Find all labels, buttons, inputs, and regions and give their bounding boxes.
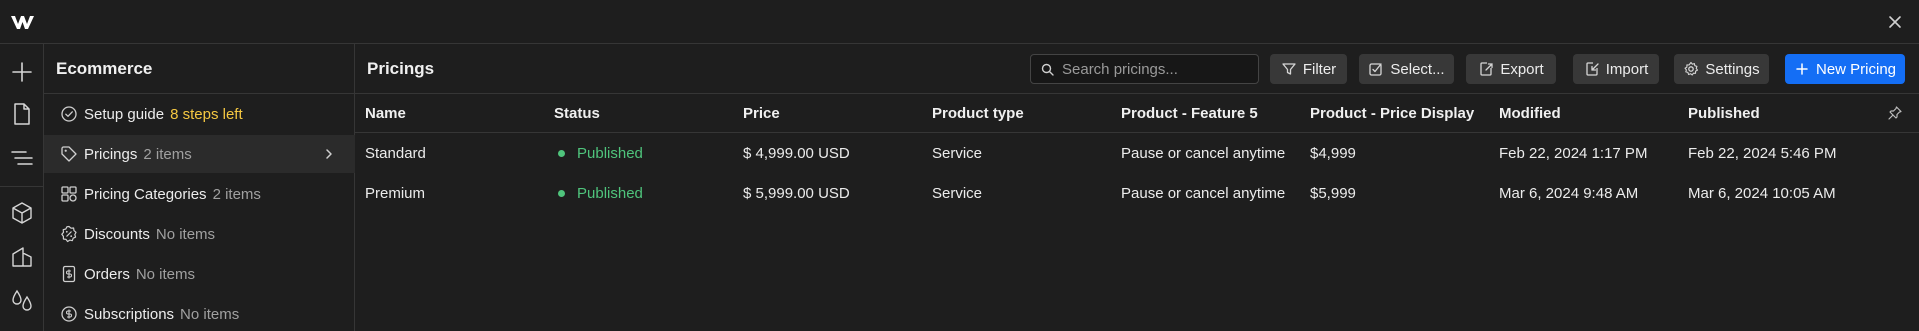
ecommerce-box-icon[interactable] [9,200,35,226]
cell-published: Feb 22, 2024 5:46 PM [1688,145,1837,162]
column-header-feature-5[interactable]: Product - Feature 5 [1121,105,1258,122]
dollar-cycle-icon [61,306,77,322]
cell-price-display: $4,999 [1310,145,1356,162]
search-icon [1041,63,1054,76]
add-icon[interactable] [9,59,35,85]
import-icon [1586,62,1599,76]
column-header-price[interactable]: Price [743,105,780,122]
discount-badge-icon [61,225,77,243]
cell-feature-5: Pause or cancel anytime [1121,185,1286,202]
sidebar-item-label: Discounts [84,225,150,243]
filter-label: Filter [1302,60,1337,78]
cell-name: Premium [365,185,426,202]
settings-label: Settings [1705,60,1760,78]
sidebar-item-count: No items [180,305,240,323]
check-circle-icon [61,106,77,122]
sidebar-item-label: Pricing Categories [84,185,207,203]
assets-icon[interactable] [9,244,35,270]
sidebar-item-count: 2 items [212,185,261,203]
cell-status: Published [558,185,643,202]
plus-icon [1796,63,1808,75]
column-header-product-type[interactable]: Product type [932,105,1024,122]
style-drops-icon[interactable] [9,287,35,313]
new-pricing-button[interactable]: New Pricing [1785,54,1905,84]
cell-status: Published [558,145,643,162]
select-label: Select... [1390,60,1445,78]
sidebar-item-label: Orders [84,265,130,283]
table-row[interactable]: Premium Published $ 5,999.00 USD Service… [355,174,1919,214]
sidebar-item-count: 2 items [143,145,192,163]
sidebar-item-subscriptions[interactable]: Subscriptions No items [44,295,355,331]
cell-modified: Feb 22, 2024 1:17 PM [1499,145,1648,162]
filter-icon [1282,63,1296,75]
left-rail [0,44,44,331]
sidebar-item-pricings[interactable]: Pricings 2 items [44,135,355,173]
rail-divider [0,186,44,187]
cell-price: $ 5,999.00 USD [743,185,850,202]
cell-feature-5: Pause or cancel anytime [1121,145,1286,162]
column-header-status[interactable]: Status [554,105,600,122]
ecommerce-sidebar: Ecommerce Setup guide 8 steps left Prici… [44,44,355,331]
divider [44,93,355,94]
sidebar-item-label: Pricings [84,145,138,163]
close-icon[interactable] [1885,12,1905,32]
import-label: Import [1605,60,1649,78]
table-header: Name Status Price Product type Product -… [355,94,1919,133]
sidebar-item-orders[interactable]: Orders No items [44,255,355,293]
filter-button[interactable]: Filter [1270,54,1347,84]
page-title: Pricings [367,59,435,78]
sidebar-item-count: No items [155,225,216,243]
column-header-published[interactable]: Published [1688,105,1760,122]
status-label: Published [577,185,643,202]
sidebar-item-discounts[interactable]: Discounts No items [44,215,355,253]
sidebar-item-label: Setup guide [84,105,165,123]
cell-price: $ 4,999.00 USD [743,145,850,162]
gear-icon [1684,61,1699,76]
column-header-price-display[interactable]: Product - Price Display [1310,105,1474,122]
categories-icon [61,186,77,202]
top-bar [0,0,1919,44]
search-box[interactable] [1030,54,1259,84]
import-button[interactable]: Import [1573,54,1659,84]
search-input[interactable] [1062,60,1252,78]
sidebar-item-pricing-categories[interactable]: Pricing Categories 2 items [44,175,355,213]
export-label: Export [1500,60,1544,78]
pin-icon[interactable] [1887,105,1903,121]
new-pricing-label: New Pricing [1815,60,1897,78]
cell-price-display: $5,999 [1310,185,1356,202]
cell-product-type: Service [932,145,983,162]
cell-published: Mar 6, 2024 10:05 AM [1688,185,1836,202]
webflow-logo[interactable] [10,12,35,32]
cell-name: Standard [365,145,426,162]
column-header-modified[interactable]: Modified [1499,105,1561,122]
select-button[interactable]: Select... [1359,54,1454,84]
checkbox-icon [1369,63,1383,76]
sidebar-item-count: No items [135,265,196,283]
receipt-icon [62,265,76,283]
status-dot [558,149,565,157]
status-dot [558,189,565,197]
sidebar-title: Ecommerce [56,59,153,78]
settings-button[interactable]: Settings [1674,54,1769,84]
sidebar-item-setup-guide[interactable]: Setup guide 8 steps left [44,95,355,133]
cell-modified: Mar 6, 2024 9:48 AM [1499,185,1639,202]
chevron-right-icon [326,149,332,159]
column-header-name[interactable]: Name [365,105,406,122]
status-label: Published [577,145,643,162]
tag-icon [61,146,77,162]
sidebar-item-count: 8 steps left [170,105,243,123]
export-icon [1480,62,1493,76]
sidebar-item-label: Subscriptions [84,305,175,323]
cell-product-type: Service [932,185,983,202]
pricings-panel: Pricings Filter Select... Export I [355,44,1919,331]
export-button[interactable]: Export [1466,54,1556,84]
page-icon[interactable] [9,101,35,127]
navigator-icon[interactable] [9,145,35,171]
table-row[interactable]: Standard Published $ 4,999.00 USD Servic… [355,134,1919,174]
